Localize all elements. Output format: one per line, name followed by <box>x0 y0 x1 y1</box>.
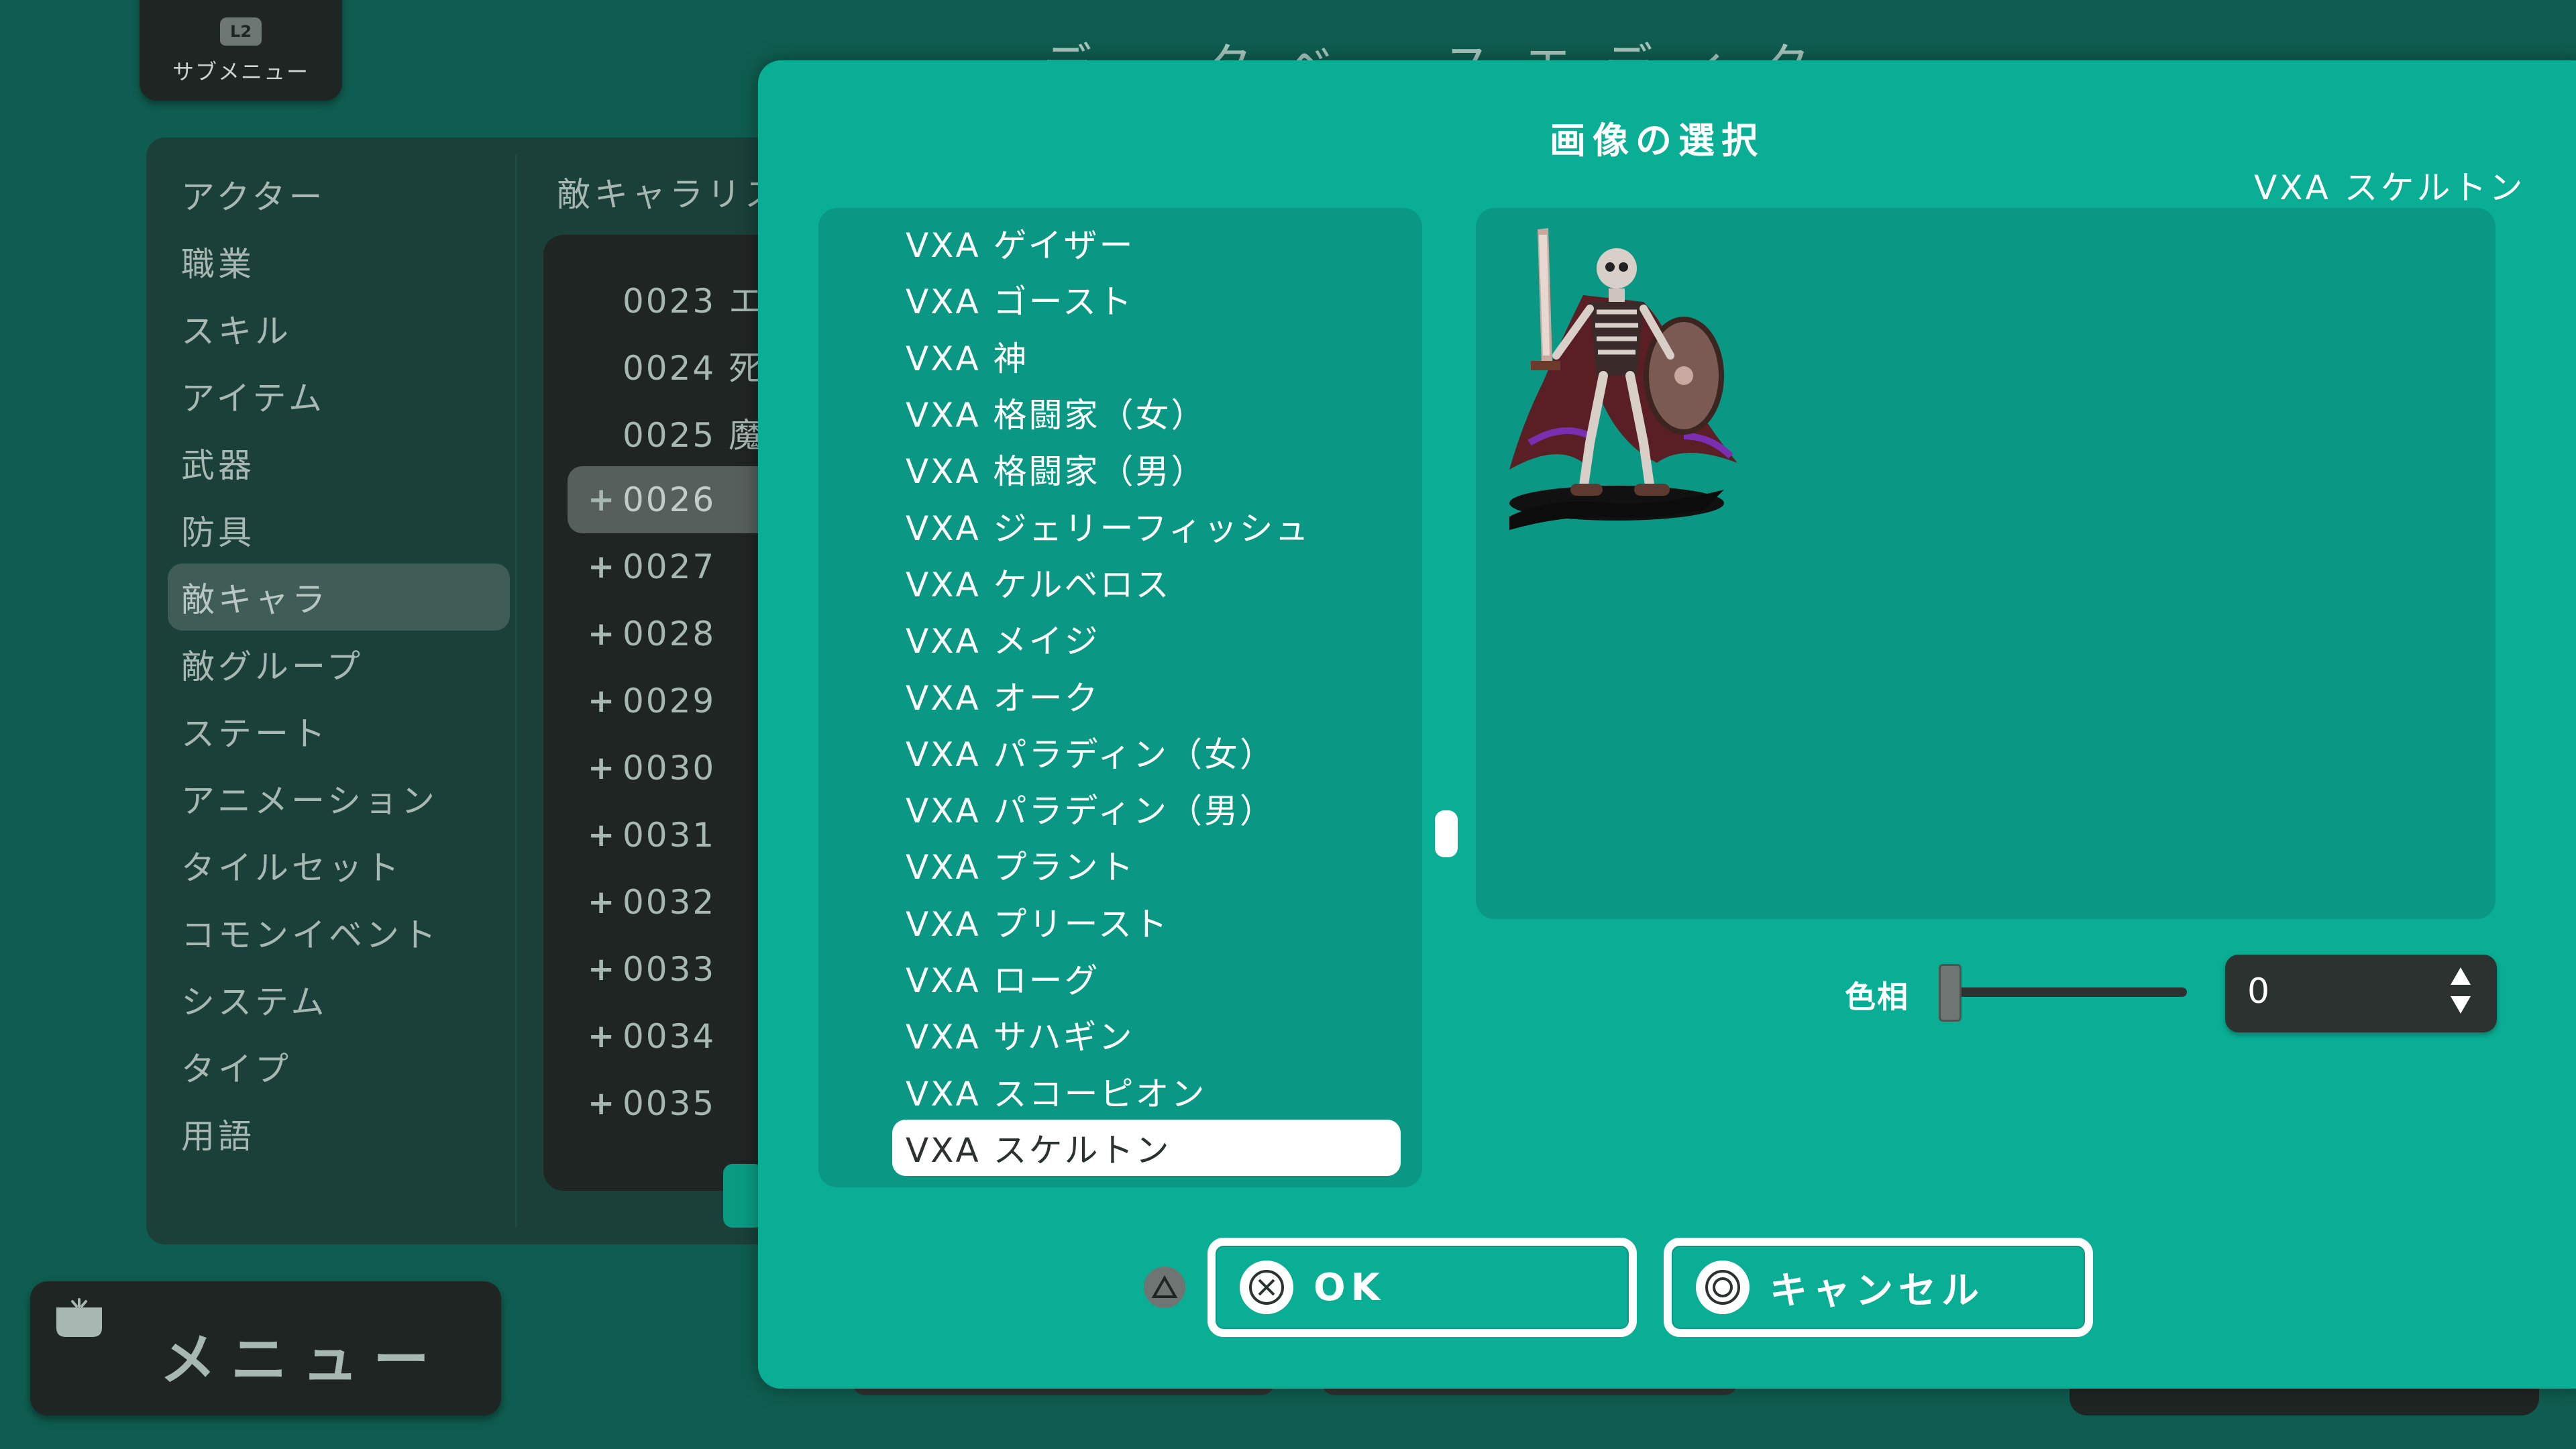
category-item[interactable]: アニメーション <box>168 765 510 832</box>
skeleton-sprite <box>1509 228 1737 530</box>
plus-icon: + <box>588 1018 617 1055</box>
category-item[interactable]: 職業 <box>168 228 510 295</box>
file-list-item[interactable]: VXA サハギン <box>892 1006 1402 1063</box>
divider <box>515 154 517 1228</box>
plus-icon: + <box>588 682 617 720</box>
category-item[interactable]: ステート <box>168 698 510 765</box>
cancel-label: キャンセル <box>1770 1269 1984 1313</box>
file-list-item[interactable]: VXA 格闘家（男） <box>892 441 1402 497</box>
category-item[interactable]: アイテム <box>168 362 510 429</box>
triangle-button-icon[interactable] <box>1144 1267 1185 1308</box>
spin-up-icon[interactable] <box>2451 967 2471 985</box>
menu-label: メニュー <box>160 1327 445 1393</box>
enemy-item-label: 0029 <box>623 682 716 720</box>
submenu-label: サブメニュー <box>172 59 309 85</box>
file-list-item[interactable]: VXA メイジ <box>892 610 1402 667</box>
selected-image-name: VXA スケルトン <box>2254 168 2526 207</box>
file-list-item[interactable]: VXA プラント <box>892 837 1402 893</box>
file-list-item[interactable]: VXA ゲイザー <box>892 215 1402 271</box>
file-list-item[interactable]: VXA スコーピオン <box>892 1063 1402 1119</box>
category-item[interactable]: 武器 <box>168 429 510 496</box>
enemy-item-label: 0027 <box>623 547 716 586</box>
file-list-item[interactable]: VXA パラディン（女） <box>892 724 1402 780</box>
enemy-item-label: 0032 <box>623 883 716 922</box>
enemy-item-label: 0031 <box>623 816 716 855</box>
category-item[interactable]: 用語 <box>168 1100 510 1167</box>
category-item[interactable]: 敵グループ <box>168 631 510 698</box>
category-item[interactable]: アクター <box>168 161 510 228</box>
file-list-item[interactable]: VXA オーク <box>892 667 1402 723</box>
file-list-item[interactable]: VXA ジェリーフィッシュ <box>892 497 1402 553</box>
plus-icon: + <box>588 548 617 586</box>
add-tab[interactable] <box>723 1164 763 1228</box>
enemy-item-label: 0028 <box>623 614 716 653</box>
enemy-item-label: 0034 <box>623 1017 716 1056</box>
file-list-item[interactable]: VXA ケルベロス <box>892 554 1402 610</box>
file-list-item[interactable]: VXA ゴースト <box>892 271 1402 327</box>
plus-icon: + <box>588 615 617 653</box>
category-item[interactable]: システム <box>168 966 510 1033</box>
category-item[interactable]: スキル <box>168 295 510 362</box>
l2-button-icon: L2 <box>220 17 262 46</box>
scrollbar-thumb[interactable] <box>1435 810 1458 857</box>
hue-slider-handle[interactable] <box>1939 964 1962 1022</box>
ok-button[interactable]: OK <box>1208 1238 1637 1337</box>
ok-label: OK <box>1313 1265 1385 1309</box>
touchpad-icon <box>56 1298 102 1337</box>
file-list-item[interactable]: VXA パラディン（男） <box>892 780 1402 837</box>
circle-button-icon <box>1696 1260 1750 1314</box>
file-list-item[interactable]: VXA ローグ <box>892 950 1402 1006</box>
category-item[interactable]: コモンイベント <box>168 899 510 966</box>
file-list-item[interactable]: VXA スケルトン <box>892 1119 1401 1177</box>
submenu-button[interactable]: L2 サブメニュー <box>140 0 342 101</box>
plus-icon: + <box>588 1085 617 1122</box>
file-list-item[interactable]: VXA 神 <box>892 328 1402 384</box>
cross-button-icon <box>1240 1260 1293 1314</box>
plus-icon: + <box>588 749 617 787</box>
file-list-item[interactable]: VXA プリースト <box>892 894 1402 950</box>
cancel-button[interactable]: キャンセル <box>1664 1238 2093 1337</box>
file-list: VXA ゲイザー VXA ゴースト VXA 神 VXA 格闘家（女） VXA 格闘家（男… <box>892 215 1402 1177</box>
enemy-item-label: 0033 <box>623 950 716 989</box>
category-list: アクター 職業 スキル アイテム 武器 防具 敵キャラ 敵グループ ステート アニメーション タイル… <box>168 161 510 1167</box>
enemy-item-label: 0026 <box>623 480 716 519</box>
file-list-item[interactable]: VXA 格闘家（女） <box>892 384 1402 441</box>
spin-down-icon[interactable] <box>2451 996 2471 1014</box>
enemy-item-label: 0035 <box>623 1084 716 1123</box>
category-item[interactable]: 防具 <box>168 496 510 564</box>
category-item[interactable]: タイプ <box>168 1033 510 1100</box>
plus-icon: + <box>588 951 617 988</box>
dialog-title: 画像の選択 <box>1550 119 1764 162</box>
hue-label: 色相 <box>1845 979 1909 1015</box>
plus-icon: + <box>588 883 617 921</box>
enemy-item-label: 0030 <box>623 749 716 788</box>
category-item[interactable]: 敵キャラ <box>168 564 510 631</box>
category-item[interactable]: タイルセット <box>168 832 510 899</box>
hue-value: 0 <box>2247 971 2270 1012</box>
plus-icon: + <box>588 481 617 519</box>
hue-slider-track[interactable] <box>1945 987 2187 997</box>
plus-icon: + <box>588 816 617 854</box>
